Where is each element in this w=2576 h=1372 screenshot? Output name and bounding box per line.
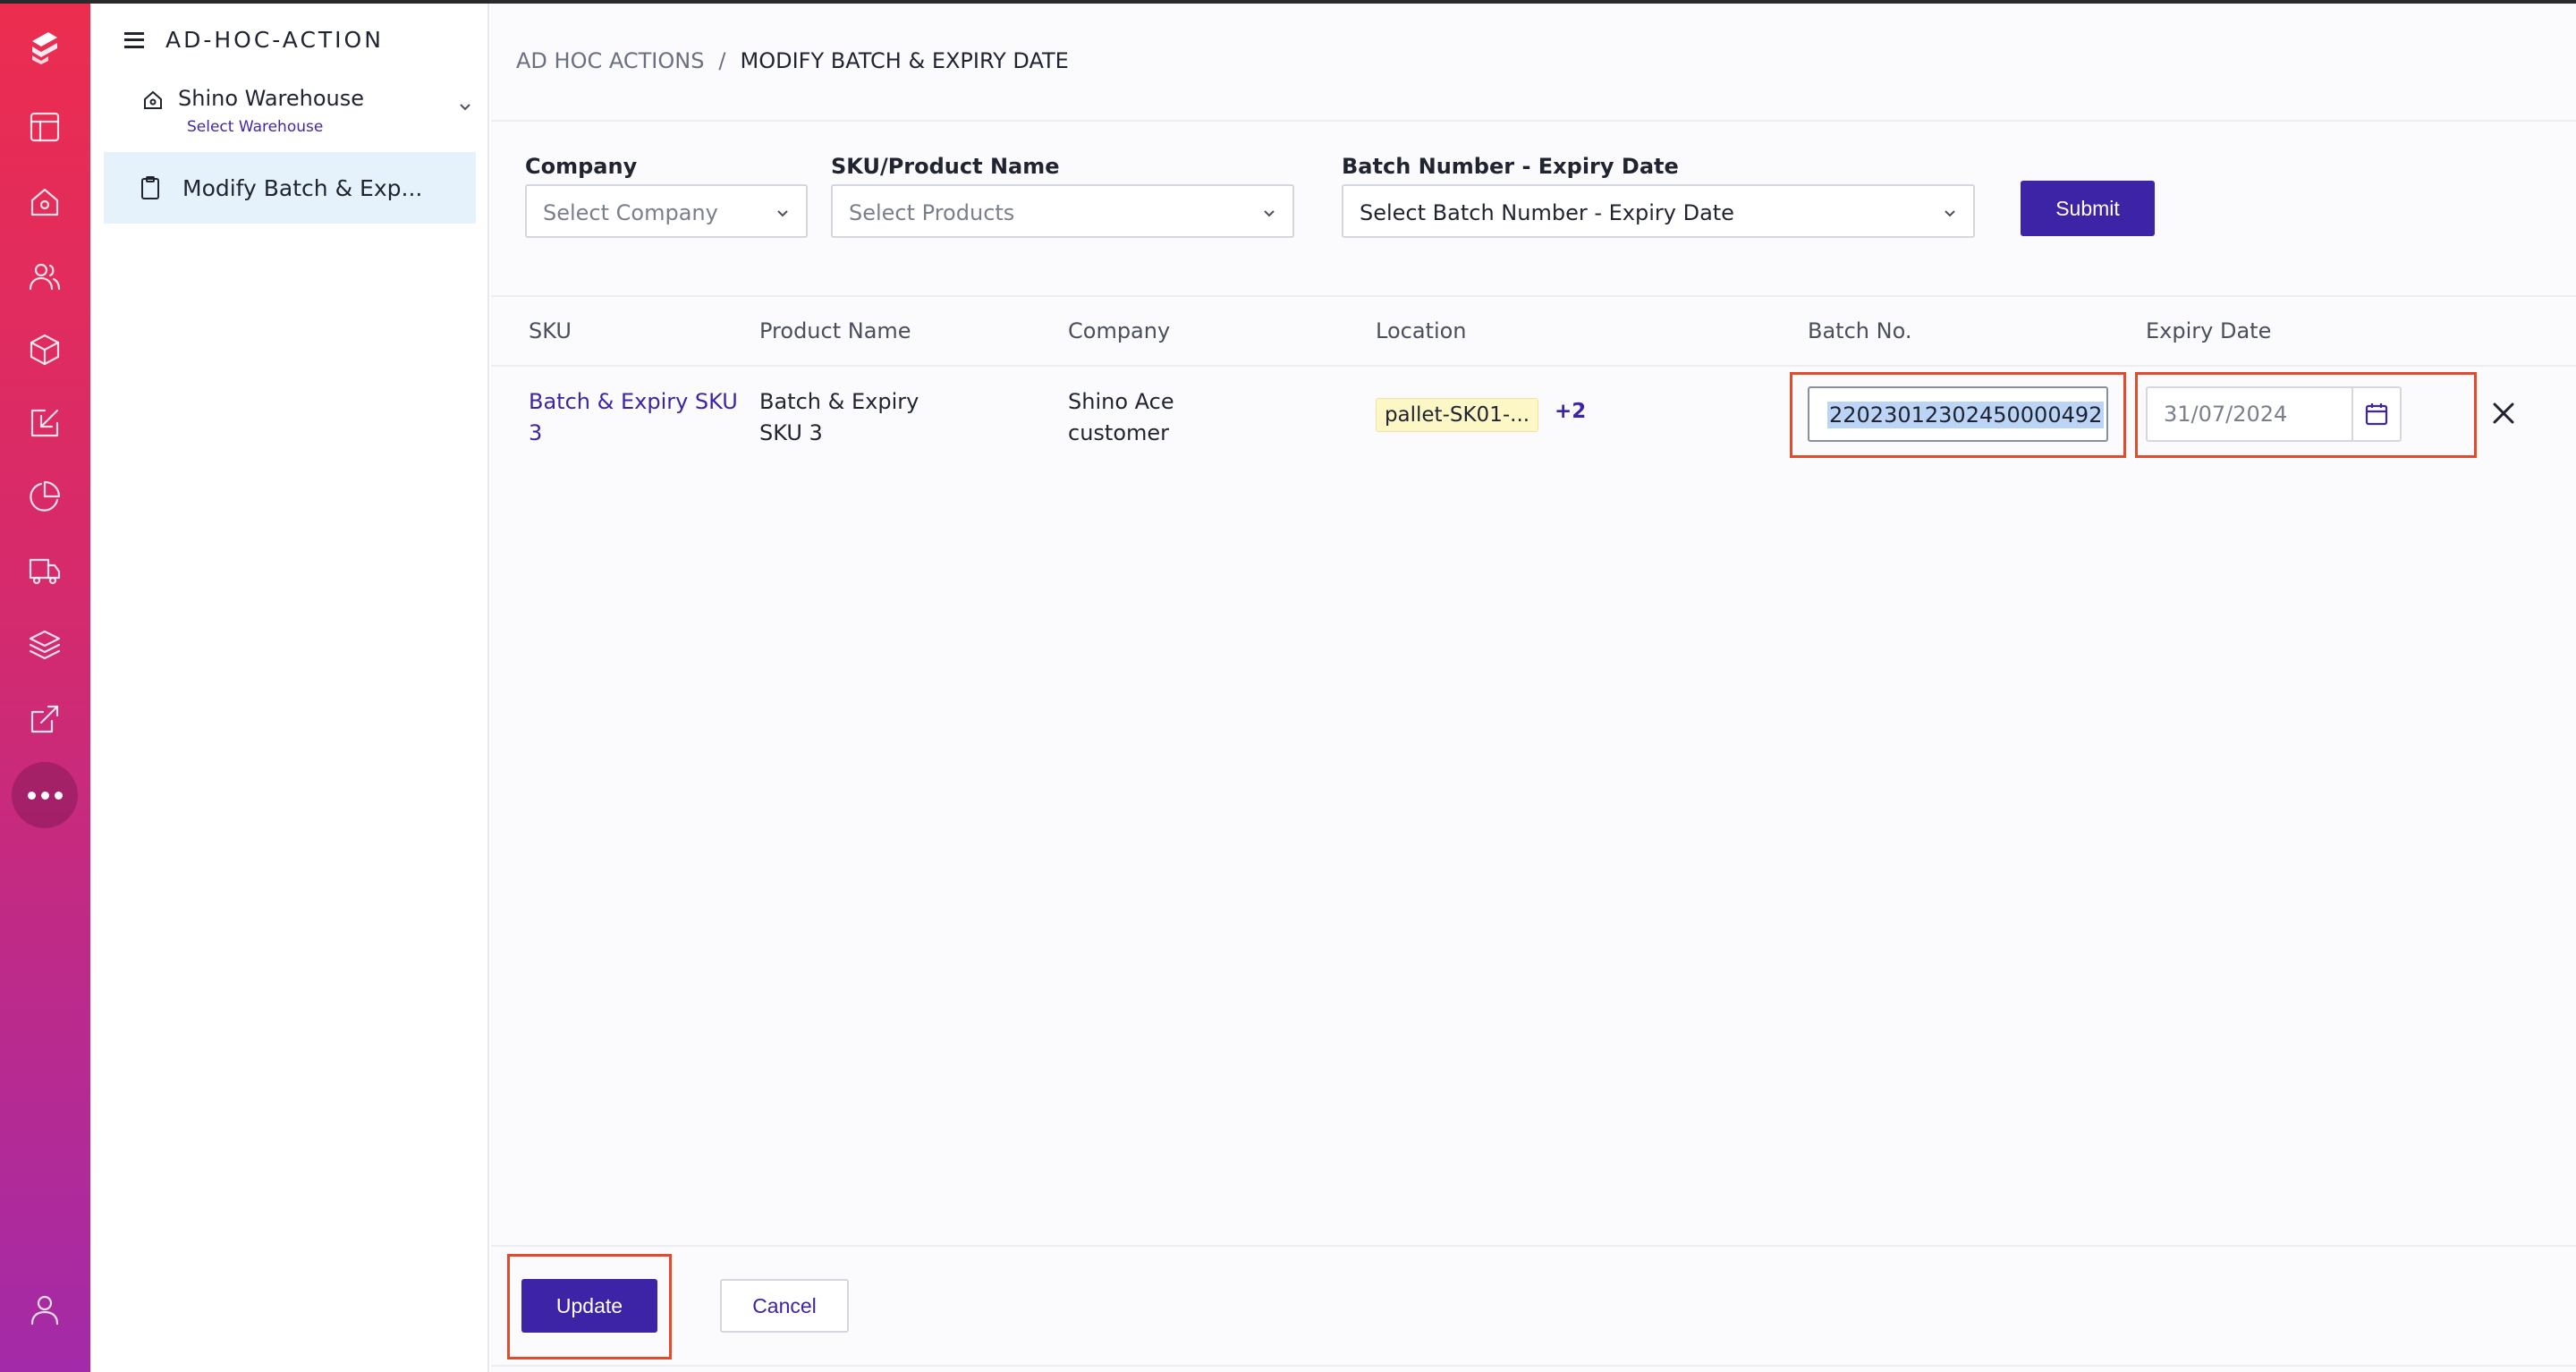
warehouse-name: Shino Warehouse: [178, 86, 365, 111]
user-icon[interactable]: [23, 1288, 66, 1331]
batch-select[interactable]: Select Batch Number - Expiry Date: [1342, 184, 1975, 238]
location-badge[interactable]: pallet-SK01-...: [1376, 398, 1538, 432]
users-icon[interactable]: [23, 255, 66, 298]
column-header-location: Location: [1376, 318, 1467, 343]
sidebar-item-label: Modify Batch & Exp...: [182, 174, 423, 201]
inbound-icon[interactable]: [23, 402, 66, 445]
hamburger-icon[interactable]: [124, 31, 144, 48]
batch-number-input[interactable]: 22023012302450000492: [1808, 386, 2108, 442]
column-header-product-name: Product Name: [759, 318, 911, 343]
chevron-down-icon: [1262, 206, 1276, 220]
column-header-sku: SKU: [529, 318, 572, 343]
divider: [491, 1365, 2576, 1367]
expiry-date-input[interactable]: 31/07/2024: [2146, 386, 2402, 442]
company-select[interactable]: Select Company: [525, 184, 808, 238]
close-icon[interactable]: [2489, 399, 2518, 428]
chevron-down-icon: [1943, 206, 1957, 220]
batch-label: Batch Number - Expiry Date: [1342, 154, 1679, 179]
column-header-expiry-date: Expiry Date: [2146, 318, 2272, 343]
main-content: AD HOC ACTIONS / MODIFY BATCH & EXPIRY DAT…: [491, 4, 2576, 1372]
layers-icon[interactable]: [23, 623, 66, 666]
calendar-icon[interactable]: [2351, 388, 2400, 440]
expiry-date-value: 31/07/2024: [2164, 402, 2288, 427]
external-link-icon[interactable]: [23, 698, 66, 741]
column-header-batch-no: Batch No.: [1808, 318, 1912, 343]
company-line-2: customer: [1068, 420, 1170, 445]
home-icon[interactable]: [23, 181, 66, 224]
package-icon[interactable]: [23, 328, 66, 371]
divider: [491, 1245, 2576, 1247]
pie-chart-icon[interactable]: [23, 475, 66, 518]
submit-button[interactable]: Submit: [2021, 181, 2155, 236]
breadcrumb-current: MODIFY BATCH & EXPIRY DATE: [740, 48, 1069, 73]
product-line-1: Batch & Expiry: [759, 389, 919, 414]
breadcrumb-parent[interactable]: AD HOC ACTIONS: [516, 48, 704, 73]
company-line-1: Shino Ace: [1068, 389, 1174, 414]
divider: [491, 365, 2576, 367]
product-label: SKU/Product Name: [831, 154, 1060, 179]
batch-placeholder: Select Batch Number - Expiry Date: [1360, 200, 1734, 225]
chevron-down-icon[interactable]: [457, 98, 473, 114]
location-more-count[interactable]: +2: [1555, 400, 1586, 423]
product-name-cell: Batch & Expiry SKU 3: [759, 386, 956, 449]
column-header-company: Company: [1068, 318, 1171, 343]
sku-line-1: Batch & Expiry SKU: [529, 389, 738, 414]
more-icon[interactable]: [12, 762, 78, 828]
company-cell: Shino Ace customer: [1068, 386, 1265, 449]
sidebar-title: AD-HOC-ACTION: [165, 27, 384, 53]
product-line-2: SKU 3: [759, 420, 823, 445]
app-rail: [0, 0, 90, 1372]
secondary-sidebar: AD-HOC-ACTION Shino Warehouse Select War…: [90, 4, 489, 1372]
divider: [491, 120, 2576, 122]
sidebar-item-modify-batch[interactable]: Modify Batch & Exp...: [104, 152, 476, 224]
logo-icon[interactable]: [23, 25, 66, 68]
warehouse-sub[interactable]: Select Warehouse: [187, 118, 323, 136]
truck-icon[interactable]: [23, 549, 66, 592]
warehouse-home-icon: [142, 89, 164, 111]
batch-number-value: 22023012302450000492: [1827, 402, 2105, 428]
company-label: Company: [525, 154, 638, 179]
breadcrumb-separator: /: [718, 48, 726, 73]
clipboard-icon: [140, 175, 161, 200]
layout-icon[interactable]: [23, 106, 66, 148]
product-select[interactable]: Select Products: [831, 184, 1294, 238]
breadcrumb: AD HOC ACTIONS / MODIFY BATCH & EXPIRY DAT…: [516, 48, 1069, 73]
sku-link[interactable]: Batch & Expiry SKU 3: [529, 386, 743, 449]
company-placeholder: Select Company: [543, 200, 718, 225]
product-placeholder: Select Products: [849, 200, 1015, 225]
warehouse-selector[interactable]: Shino Warehouse Select Warehouse: [142, 82, 473, 140]
divider: [491, 295, 2576, 297]
update-button[interactable]: Update: [521, 1279, 657, 1333]
sidebar-header: AD-HOC-ACTION: [124, 27, 384, 53]
cancel-button[interactable]: Cancel: [720, 1279, 849, 1333]
sku-line-2: 3: [529, 420, 543, 445]
chevron-down-icon: [775, 206, 790, 220]
